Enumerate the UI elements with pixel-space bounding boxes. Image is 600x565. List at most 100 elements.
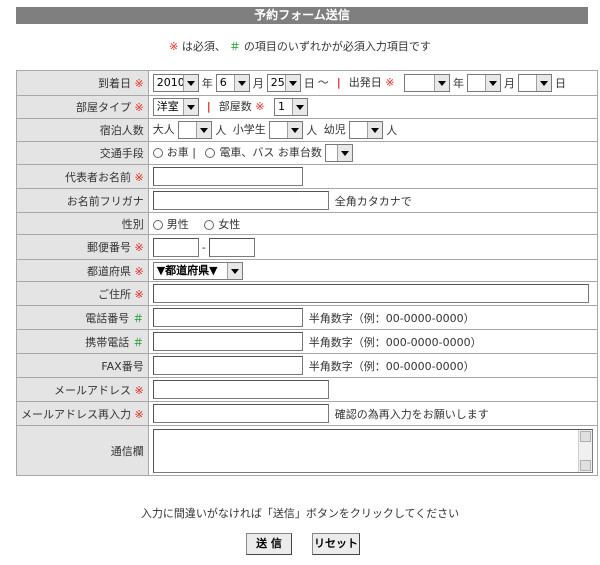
label-mobile: 携帯電話 ＃ [16, 329, 149, 354]
field-name [147, 164, 598, 189]
field-mobile: 半角数字（例：000-0000-0000） [147, 329, 598, 354]
page-title: 予約フォーム送信 [16, 7, 588, 24]
reset-button[interactable]: リセット [312, 533, 360, 555]
room-count-select[interactable]: 1 [273, 98, 308, 116]
chevron-down-icon [233, 75, 249, 91]
scroll-up-icon[interactable] [579, 430, 591, 442]
reservation-form: 到着日 ※ 2010 年 6 月 25 日～ | 出発日 ※ 年月日 部屋タイプ ※ 洋室 | 部… [16, 70, 598, 476]
email-input[interactable] [152, 380, 329, 399]
infant-count-select[interactable] [349, 121, 384, 139]
message-textarea[interactable] [152, 428, 593, 473]
zip2-input[interactable] [208, 237, 255, 257]
label-fax: FAX番号 [16, 353, 149, 378]
transport-car-radio[interactable] [152, 148, 163, 158]
label-room: 部屋タイプ ※ [16, 95, 149, 119]
child-count-select[interactable] [269, 121, 304, 139]
row-email: メールアドレス ※ [16, 377, 598, 402]
row-message: 通信欄 [16, 425, 598, 476]
row-zip: 郵便番号 ※ - [16, 234, 598, 260]
name-input[interactable] [152, 167, 303, 186]
field-zip: - [147, 234, 598, 260]
field-arrival: 2010 年 6 月 25 日～ | 出発日 ※ 年月日 [147, 70, 598, 96]
arrival-day-select[interactable]: 25 [266, 74, 301, 92]
chevron-down-icon [535, 75, 551, 91]
row-mobile: 携帯電話 ＃ 半角数字（例：000-0000-0000） [16, 329, 598, 354]
chevron-down-icon [337, 145, 353, 161]
row-name: 代表者お名前 ※ [16, 164, 598, 189]
row-arrival: 到着日 ※ 2010 年 6 月 25 日～ | 出発日 ※ 年月日 [16, 70, 598, 96]
mobile-input[interactable] [152, 332, 303, 351]
field-guests: 大人 人 小学生 人 幼児 人 [147, 118, 598, 142]
field-message [147, 425, 598, 476]
label-pref: 都道府県 ※ [16, 259, 149, 282]
chevron-down-icon [182, 75, 198, 91]
chevron-down-icon [291, 99, 307, 115]
row-room: 部屋タイプ ※ 洋室 | 部屋数 ※ 1 [16, 95, 598, 119]
field-gender: 男性 女性 [147, 212, 598, 235]
row-email-confirm: メールアドレス再入力 ※ 確認の為再入力をお願いします [16, 401, 598, 426]
arrival-month-select[interactable]: 6 [215, 74, 250, 92]
required-mark: ※ [169, 40, 179, 53]
fax-input[interactable] [152, 356, 303, 375]
gender-male-radio[interactable] [152, 219, 163, 230]
label-address: ご住所 ※ [16, 281, 149, 306]
depart-day-select[interactable] [517, 74, 552, 92]
kana-input[interactable] [152, 191, 329, 210]
scrollbar[interactable] [577, 429, 592, 472]
label-depart: 出発日 [348, 76, 382, 89]
row-guests: 宿泊人数 大人 人 小学生 人 幼児 人 [16, 118, 598, 142]
arrival-year-select[interactable]: 2010 [152, 74, 199, 92]
required-mark: ※ [134, 77, 144, 90]
required-note: ※ は必須、 ＃ の項目のいずれかが必須入力項目です [0, 38, 600, 54]
depart-month-select[interactable] [466, 74, 501, 92]
field-fax: 半角数字（例：00-0000-0000） [147, 353, 598, 378]
chevron-down-icon [367, 122, 383, 138]
email-confirm-input[interactable] [152, 404, 329, 423]
chevron-down-icon [284, 75, 300, 91]
submit-button[interactable]: 送 信 [246, 533, 292, 555]
scroll-down-icon[interactable] [579, 459, 591, 471]
label-email: メールアドレス ※ [16, 377, 149, 402]
chevron-down-icon [433, 75, 449, 91]
address-input[interactable] [152, 284, 589, 303]
zip1-input[interactable] [152, 237, 199, 257]
field-transport: お車 | 電車、バス お車台数 [147, 141, 598, 165]
chevron-down-icon [287, 122, 303, 138]
chevron-down-icon [226, 262, 242, 279]
label-message: 通信欄 [16, 425, 149, 476]
label-arrival: 到着日 ※ [16, 70, 149, 96]
row-tel: 電話番号 ＃ 半角数字（例：00-0000-0000） [16, 305, 598, 330]
adult-count-select[interactable] [178, 121, 213, 139]
row-gender: 性別 男性 女性 [16, 212, 598, 235]
field-tel: 半角数字（例：00-0000-0000） [147, 305, 598, 330]
car-count-select[interactable] [325, 144, 354, 162]
field-pref: ▼都道府県▼ [147, 259, 598, 282]
note-text-2: の項目のいずれかが必須入力項目です [240, 40, 431, 53]
label-transport: 交通手段 [16, 141, 149, 165]
room-type-select[interactable]: 洋室 [152, 98, 199, 116]
chevron-down-icon [182, 99, 198, 115]
field-email-confirm: 確認の為再入力をお願いします [147, 401, 598, 426]
field-kana: 全角カタカナで [147, 188, 598, 213]
pref-select[interactable]: ▼都道府県▼ [152, 261, 243, 280]
field-address [147, 281, 598, 306]
row-transport: 交通手段 お車 | 電車、バス お車台数 [16, 141, 598, 165]
label-tel: 電話番号 ＃ [16, 305, 149, 330]
label-guests: 宿泊人数 [16, 118, 149, 142]
field-room: 洋室 | 部屋数 ※ 1 [147, 95, 598, 119]
field-email [147, 377, 598, 402]
gender-female-radio[interactable] [204, 219, 215, 230]
row-address: ご住所 ※ [16, 281, 598, 306]
chevron-down-icon [484, 75, 500, 91]
label-gender: 性別 [16, 212, 149, 235]
row-kana: お名前フリガナ 全角カタカナで [16, 188, 598, 213]
footer-note: 入力に間違いがなければ「送信」ボタンをクリックしてください [140, 507, 460, 520]
label-name: 代表者お名前 ※ [16, 164, 149, 189]
label-email-confirm: メールアドレス再入力 ※ [16, 401, 149, 426]
tel-input[interactable] [152, 308, 303, 327]
transport-train-radio[interactable] [205, 148, 216, 158]
row-fax: FAX番号 半角数字（例：00-0000-0000） [16, 353, 598, 378]
depart-year-select[interactable] [403, 74, 450, 92]
row-pref: 都道府県 ※ ▼都道府県▼ [16, 259, 598, 282]
label-kana: お名前フリガナ [16, 188, 149, 213]
